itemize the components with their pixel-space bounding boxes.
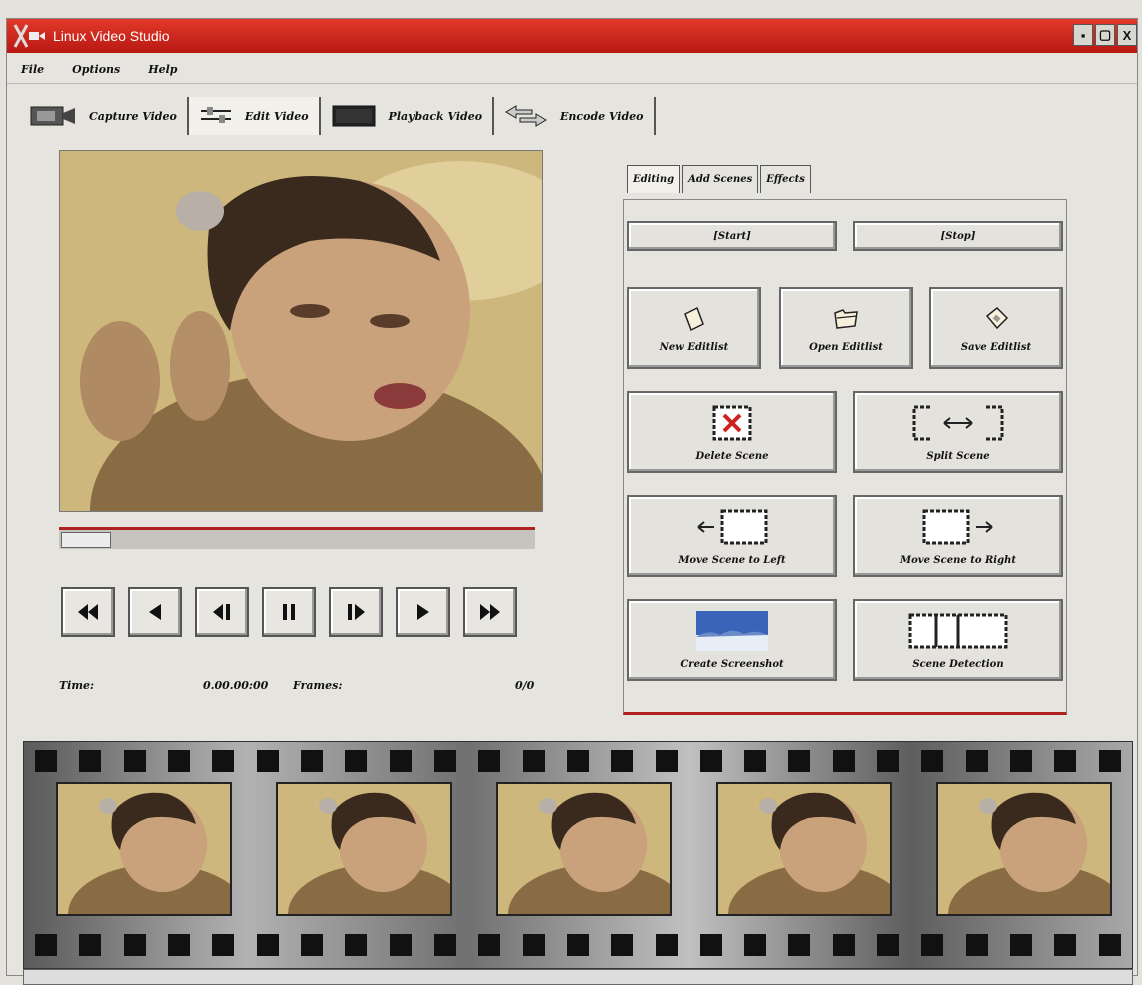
split-scene-button[interactable]: Split Scene — [853, 391, 1063, 473]
start-button[interactable]: [Start] — [627, 221, 837, 251]
close-button[interactable]: X — [1117, 24, 1137, 46]
mode-label: Encode Video — [560, 109, 644, 123]
delete-scene-label: Delete Scene — [695, 450, 769, 462]
scene-filmstrip[interactable] — [23, 741, 1133, 969]
scene-thumbnail[interactable] — [936, 782, 1112, 916]
edit-tabs: Editing Add Scenes Effects — [627, 165, 813, 193]
play-reverse-button[interactable] — [128, 587, 182, 637]
stop-label: [Stop] — [940, 230, 976, 242]
transport-controls — [61, 587, 517, 637]
create-screenshot-button[interactable]: Create Screenshot — [627, 599, 837, 681]
screenshot-icon — [696, 610, 768, 651]
fast-forward-button[interactable] — [463, 587, 517, 637]
step-forward-button[interactable] — [329, 587, 383, 637]
time-label: Time: — [59, 679, 95, 692]
frames-value: 0/0 — [515, 679, 535, 692]
window-title: Linux Video Studio — [53, 28, 170, 44]
move-left-label: Move Scene to Left — [678, 554, 786, 566]
step-back-button[interactable] — [195, 587, 249, 637]
edit-sliders-icon — [200, 107, 231, 123]
save-editlist-button[interactable]: Save Editlist — [929, 287, 1063, 369]
scene-thumbnail[interactable] — [276, 782, 452, 916]
scene-detection-label: Scene Detection — [912, 658, 1004, 670]
mode-label: Capture Video — [89, 109, 177, 123]
tab-add-scenes[interactable]: Add Scenes — [682, 165, 759, 193]
play-button[interactable] — [396, 587, 450, 637]
filmstrip-top-perforations — [24, 750, 1132, 774]
start-label: [Start] — [713, 230, 751, 242]
title-bar[interactable]: Linux Video Studio ▪ ▢ X — [7, 19, 1137, 53]
video-preview[interactable] — [59, 150, 543, 512]
mode-bar: Capture Video Edit Video Playback Video — [19, 97, 656, 135]
filmstrip-bottom-perforations — [24, 934, 1132, 958]
pause-icon — [283, 604, 295, 620]
camera-icon — [30, 106, 75, 126]
scene-thumbnail-image — [58, 784, 230, 914]
open-editlist-label: Open Editlist — [809, 341, 883, 353]
monitor-icon — [332, 105, 376, 127]
scene-thumbnail[interactable] — [56, 782, 232, 916]
tab-effects[interactable]: Effects — [760, 165, 811, 193]
delete-scene-button[interactable]: Delete Scene — [627, 391, 837, 473]
move-scene-left-button[interactable]: Move Scene to Left — [627, 495, 837, 577]
scene-thumbnail-image — [938, 784, 1110, 914]
time-value: 0.00.00:00 — [203, 679, 269, 692]
step-back-icon — [213, 604, 230, 620]
fast-forward-icon — [480, 604, 500, 620]
play-icon — [417, 604, 429, 620]
open-folder-icon — [834, 308, 858, 329]
fast-rewind-button[interactable] — [61, 587, 115, 637]
create-screenshot-label: Create Screenshot — [680, 658, 784, 670]
mode-label: Edit Video — [244, 109, 309, 123]
mode-edit-video[interactable]: Edit Video — [188, 97, 321, 135]
menu-bar: File Options Help — [7, 55, 1137, 84]
open-editlist-button[interactable]: Open Editlist — [779, 287, 913, 369]
tab-editing[interactable]: Editing — [627, 165, 681, 193]
step-forward-icon — [348, 604, 365, 620]
menu-help[interactable]: Help — [148, 63, 177, 76]
minimize-button[interactable]: ▪ — [1073, 24, 1093, 46]
move-scene-right-button[interactable]: Move Scene to Right — [853, 495, 1063, 577]
pause-button[interactable] — [262, 587, 316, 637]
move-right-label: Move Scene to Right — [900, 554, 1016, 566]
mode-encode-video[interactable]: Encode Video — [494, 97, 656, 135]
filmstrip-scrollbar[interactable] — [23, 969, 1133, 985]
floppy-disk-icon — [985, 306, 1009, 329]
scene-thumbnail-image — [718, 784, 890, 914]
move-left-icon — [697, 509, 768, 544]
save-editlist-label: Save Editlist — [960, 341, 1032, 353]
maximize-button[interactable]: ▢ — [1095, 24, 1115, 46]
frames-label: Frames: — [293, 679, 343, 692]
scene-thumbnail[interactable] — [716, 782, 892, 916]
split-scene-icon — [912, 405, 1004, 440]
video-frame-image — [60, 151, 542, 511]
new-document-icon — [684, 306, 704, 331]
mode-playback-video[interactable]: Playback Video — [321, 97, 495, 135]
time-readout: Time: 0.00.00:00 Frames: 0/0 — [59, 679, 549, 699]
mode-label: Playback Video — [388, 109, 483, 123]
fast-rewind-icon — [78, 604, 98, 620]
menu-options[interactable]: Options — [72, 63, 120, 76]
menu-file[interactable]: File — [21, 63, 44, 76]
delete-scene-icon — [712, 405, 752, 440]
scene-detection-button[interactable]: Scene Detection — [853, 599, 1063, 681]
scene-thumbnail-image — [278, 784, 450, 914]
play-reverse-icon — [149, 604, 161, 620]
split-scene-label: Split Scene — [926, 450, 990, 462]
stop-button[interactable]: [Stop] — [853, 221, 1063, 251]
move-right-icon — [922, 509, 993, 544]
position-slider[interactable] — [59, 527, 535, 549]
arrows-icon — [505, 105, 548, 127]
mode-capture-video[interactable]: Capture Video — [19, 97, 189, 135]
scene-thumbnail-image — [498, 784, 670, 914]
app-window: Linux Video Studio ▪ ▢ X File Options He… — [6, 18, 1138, 985]
new-editlist-label: New Editlist — [659, 341, 729, 353]
scene-detection-icon — [908, 613, 1008, 648]
new-editlist-button[interactable]: New Editlist — [627, 287, 761, 369]
scene-thumbnail[interactable] — [496, 782, 672, 916]
x-logo-icon — [13, 24, 45, 48]
slider-thumb[interactable] — [61, 532, 111, 548]
